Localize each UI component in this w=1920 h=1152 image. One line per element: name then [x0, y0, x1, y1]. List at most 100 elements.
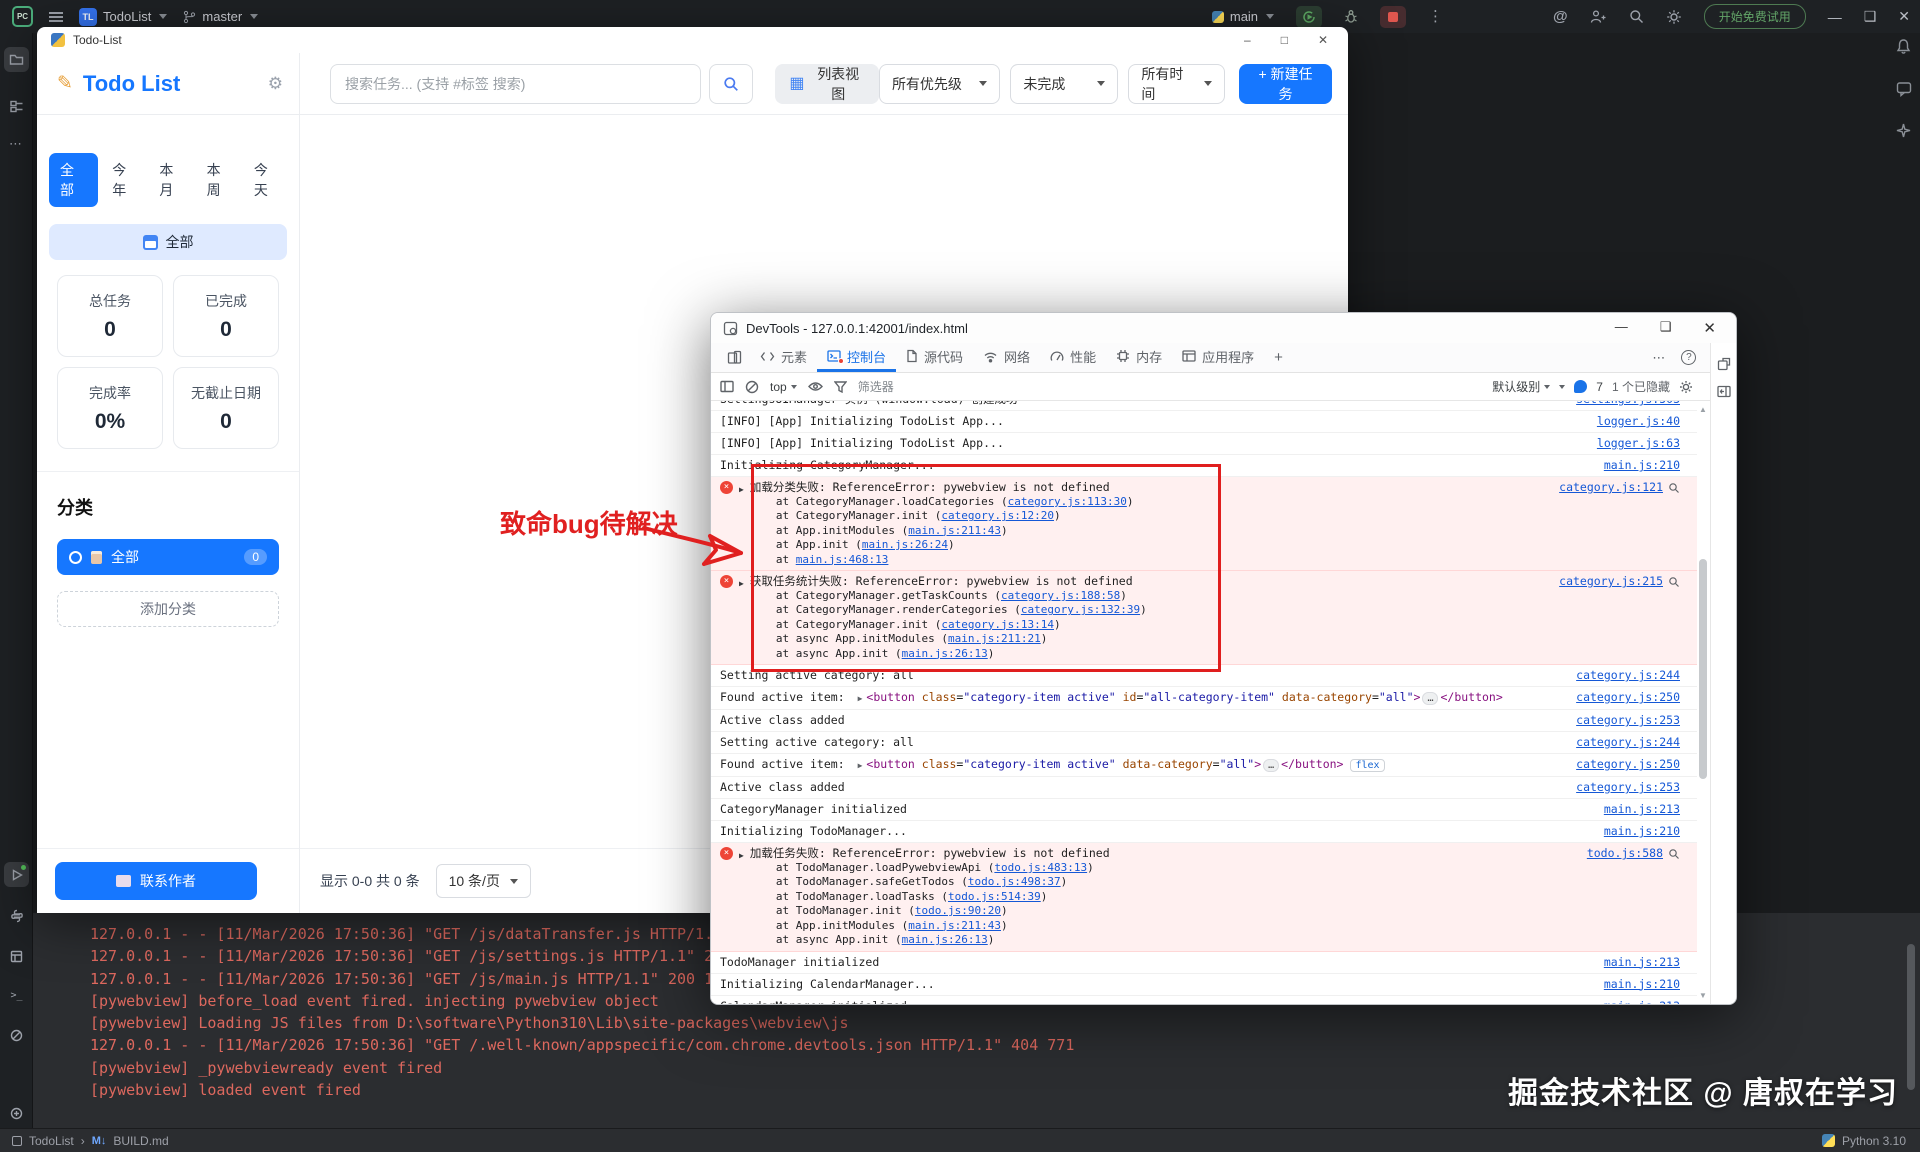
settings-gear-icon[interactable] [1666, 9, 1682, 25]
device-toolbar-icon[interactable] [719, 343, 750, 372]
stack-link[interactable]: main.js:26:13 [902, 647, 988, 660]
project-folder-icon[interactable] [4, 47, 29, 72]
console-filter-input[interactable] [858, 380, 988, 394]
more-tabs-button[interactable]: + [1264, 343, 1293, 372]
source-link[interactable]: category.js:244 [1576, 735, 1680, 750]
source-link[interactable]: main.js:213 [1604, 955, 1680, 970]
page-size-select[interactable]: 10 条/页 [436, 864, 531, 898]
todo-maximize-icon[interactable]: □ [1281, 33, 1288, 47]
help-icon[interactable]: ? [1681, 350, 1696, 365]
stack-link[interactable]: todo.js:514:39 [948, 890, 1041, 903]
source-link[interactable]: main.js:213 [1604, 999, 1680, 1005]
devtools-menu-icon[interactable]: ⋯ [1652, 350, 1666, 366]
issues-icon[interactable] [1574, 380, 1587, 393]
run-tool-icon[interactable] [4, 862, 29, 887]
structure-icon[interactable] [4, 94, 29, 119]
scrollbar-thumb[interactable] [1699, 559, 1707, 779]
devtools-tab-sources[interactable]: 源代码 [896, 343, 973, 372]
devtools-tab-memory[interactable]: 内存 [1106, 343, 1172, 372]
reveal-icon[interactable] [1668, 576, 1680, 588]
stack-link[interactable]: category.js:188:58 [1001, 589, 1120, 602]
source-link[interactable]: category.js:250 [1576, 690, 1680, 705]
source-link[interactable]: category.js:121 [1559, 480, 1663, 495]
stack-link[interactable]: main.js:211:43 [908, 919, 1001, 932]
project-selector[interactable]: TL TodoList [79, 8, 167, 26]
expand-caret-icon[interactable]: ▶ [858, 694, 863, 703]
todo-close-icon[interactable]: ✕ [1318, 33, 1328, 47]
scroll-down-icon[interactable]: ▼ [1699, 991, 1707, 1000]
clear-console-icon[interactable] [745, 380, 759, 394]
source-link[interactable]: settings.js:503 [1576, 401, 1680, 407]
add-user-icon[interactable] [1590, 9, 1607, 24]
reveal-icon[interactable] [1668, 482, 1680, 494]
time-tab-0[interactable]: 全部 [49, 153, 98, 207]
window-minimize-icon[interactable]: — [1828, 9, 1842, 25]
rerun-button[interactable] [1296, 6, 1322, 28]
filter-select-0[interactable]: 所有优先级 [879, 64, 1000, 104]
all-range-button[interactable]: 全部 [49, 224, 287, 260]
scroll-up-icon[interactable]: ▲ [1699, 405, 1707, 414]
source-link[interactable]: logger.js:63 [1597, 436, 1680, 451]
source-link[interactable]: main.js:210 [1604, 977, 1680, 992]
devtools-close-icon[interactable]: ✕ [1703, 319, 1716, 337]
flex-badge[interactable]: flex [1350, 759, 1384, 772]
filter-select-1[interactable]: 未完成 [1010, 64, 1118, 104]
time-tab-1[interactable]: 今年 [106, 153, 145, 207]
issues-count[interactable]: 7 [1596, 380, 1603, 394]
add-category-button[interactable]: 添加分类 [57, 591, 279, 627]
undock-icon[interactable] [1717, 357, 1731, 371]
terminal-scrollbar[interactable] [1907, 944, 1915, 1090]
stack-link[interactable]: todo.js:483:13 [994, 861, 1087, 874]
search-button[interactable] [709, 64, 754, 104]
main-menu-icon[interactable] [49, 12, 63, 22]
source-link[interactable]: category.js:253 [1576, 713, 1680, 728]
expand-caret-icon[interactable]: ▶ [739, 848, 744, 863]
stack-link[interactable]: todo.js:498:37 [968, 875, 1061, 888]
stack-link[interactable]: category.js:132:39 [1021, 603, 1140, 616]
dock-side-icon[interactable] [1717, 385, 1731, 398]
live-expression-eye-icon[interactable] [808, 381, 823, 392]
time-tab-4[interactable]: 今天 [248, 153, 287, 207]
more-tools-icon[interactable]: ⋯ [4, 131, 29, 156]
expand-caret-icon[interactable]: ▶ [739, 482, 744, 497]
task-search-input[interactable] [330, 64, 701, 104]
statusbar-project[interactable]: TodoList [29, 1134, 74, 1148]
run-config-selector[interactable]: main [1212, 9, 1274, 24]
source-link[interactable]: category.js:250 [1576, 757, 1680, 772]
filter-select-2[interactable]: 所有时间 [1128, 64, 1225, 104]
log-level-select[interactable]: 默认级别 [1492, 378, 1550, 395]
stack-link[interactable]: category.js:13:14 [941, 618, 1054, 631]
devtools-tab-console[interactable]: 控制台 [817, 343, 896, 372]
stack-link[interactable]: category.js:113:30 [1008, 495, 1127, 508]
todo-settings-gear-icon[interactable]: ⚙ [268, 74, 283, 94]
search-icon[interactable] [1629, 9, 1644, 24]
console-sidebar-icon[interactable] [720, 380, 734, 393]
source-link[interactable]: main.js:210 [1604, 458, 1680, 473]
todo-minimize-icon[interactable]: – [1244, 33, 1251, 47]
stack-link[interactable]: main.js:26:13 [902, 933, 988, 946]
services-icon[interactable] [4, 944, 29, 969]
hidden-messages-count[interactable]: 1 个已隐藏 [1612, 378, 1670, 395]
expand-caret-icon[interactable]: ▶ [739, 576, 744, 591]
more-actions-icon[interactable]: ⋮ [1428, 9, 1443, 24]
ai-chat-icon[interactable] [1896, 81, 1912, 97]
chevron-down-icon[interactable] [1559, 385, 1565, 389]
stack-link[interactable]: main.js:211:21 [948, 632, 1041, 645]
stack-link[interactable]: main.js:26:24 [862, 538, 948, 551]
devtools-tab-performance[interactable]: 性能 [1040, 343, 1106, 372]
notifications-bell-icon[interactable] [1895, 38, 1912, 55]
statusbar-file[interactable]: BUILD.md [113, 1134, 168, 1148]
devtools-minimize-icon[interactable]: — [1615, 319, 1628, 337]
debug-icon[interactable] [1344, 9, 1358, 24]
new-task-button[interactable]: + 新建任务 [1239, 64, 1332, 104]
time-tab-3[interactable]: 本周 [201, 153, 240, 207]
version-control-icon[interactable] [4, 1101, 29, 1126]
reveal-icon[interactable] [1668, 848, 1680, 860]
todo-window-titlebar[interactable]: Todo-List – □ ✕ [37, 27, 1348, 53]
problems-icon[interactable] [4, 1023, 29, 1048]
sparkle-icon[interactable] [1896, 123, 1911, 138]
console-settings-gear-icon[interactable] [1679, 380, 1693, 394]
devtools-tab-application[interactable]: 应用程序 [1172, 343, 1264, 372]
source-link[interactable]: category.js:244 [1576, 668, 1680, 683]
category-item-all[interactable]: 全部 0 [57, 539, 279, 575]
